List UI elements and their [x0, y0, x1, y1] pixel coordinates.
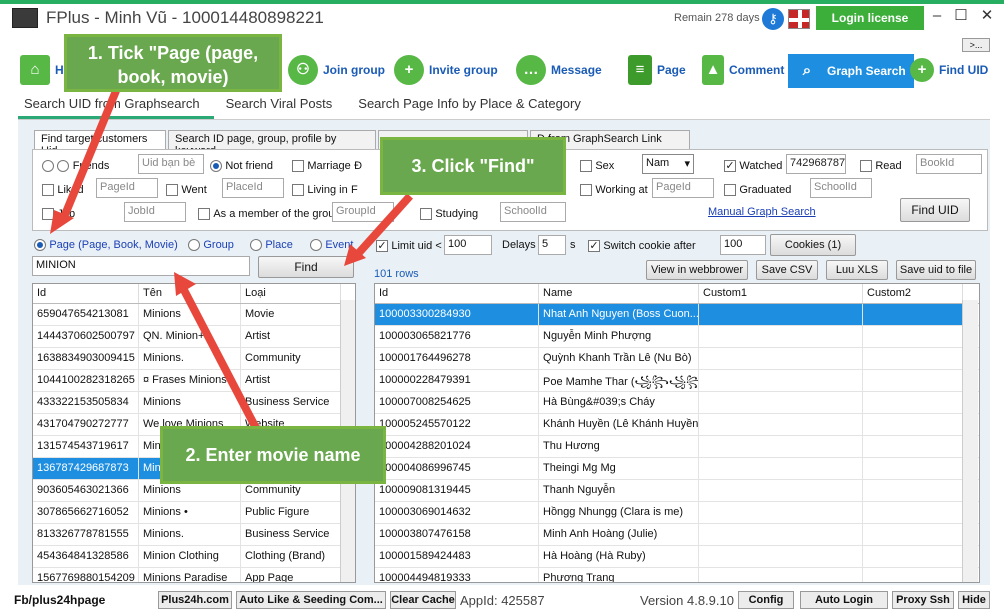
callout-tick-page: 1. Tick "Page (page, book, movie) — [64, 34, 282, 92]
arrow-to-find — [353, 193, 413, 259]
arrow-to-keyword — [180, 288, 262, 434]
callout-click-find: 3. Click "Find" — [380, 137, 566, 195]
arrow-to-page-radio — [58, 84, 122, 224]
arrowhead-1 — [50, 210, 74, 234]
callout-enter-movie: 2. Enter movie name — [160, 426, 386, 484]
